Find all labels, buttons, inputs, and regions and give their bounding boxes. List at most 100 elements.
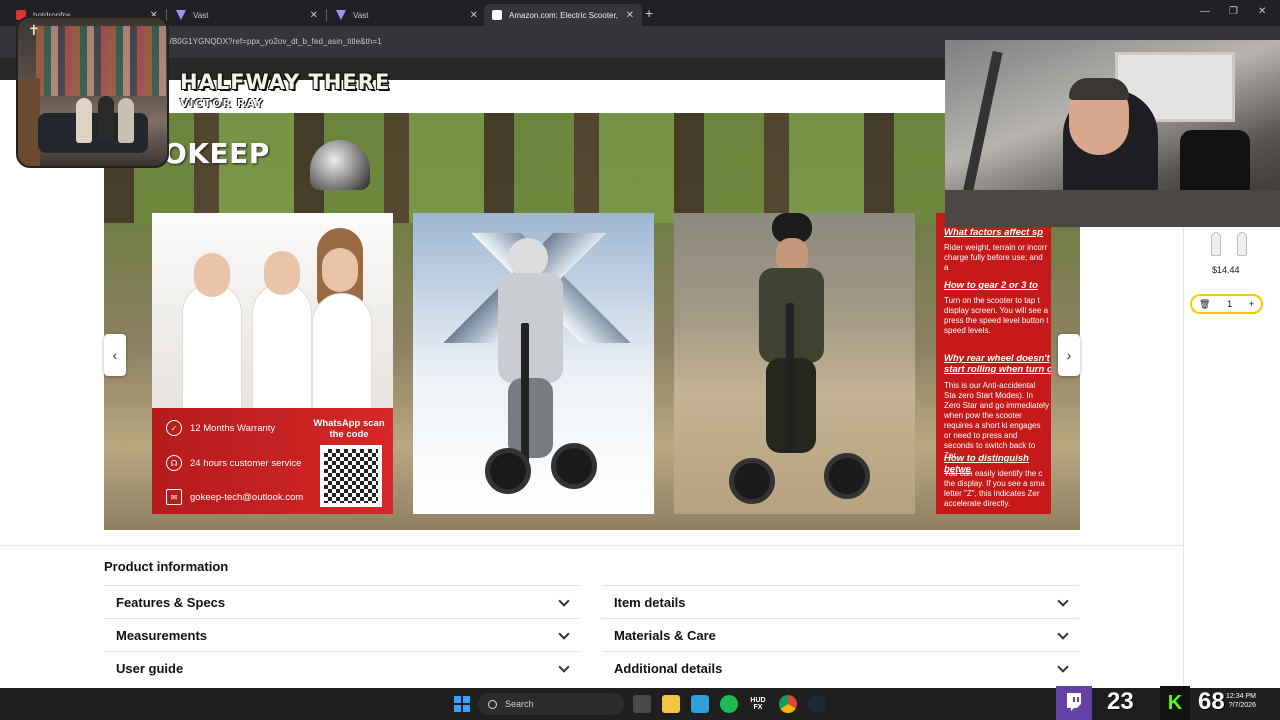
- faq-heading: What factors affect sp: [944, 227, 1044, 238]
- chevron-left-icon: ‹: [112, 347, 118, 363]
- taskbar-search[interactable]: Search: [478, 693, 624, 715]
- carousel-card-trail[interactable]: [674, 213, 915, 514]
- now-playing-artist: VICTOR RAY: [180, 97, 264, 110]
- address-bar[interactable]: p/B0G1YGNQDX?ref=ppx_yo2ov_dt_b_fed_asin…: [165, 37, 382, 46]
- scooter-wheel: [551, 443, 597, 489]
- steam-icon[interactable]: [808, 695, 826, 713]
- chevron-right-icon: ›: [1066, 347, 1072, 363]
- streamer-hair: [1069, 78, 1129, 100]
- twitch-viewer-count: 23: [1107, 688, 1134, 715]
- vast-favicon-icon: [176, 10, 186, 20]
- qr-code: [320, 445, 382, 507]
- tab-vast-2[interactable]: Vast ✕: [328, 4, 486, 26]
- accordion-measurements[interactable]: Measurements: [104, 618, 580, 652]
- maximize-icon[interactable]: ❐: [1229, 6, 1238, 17]
- faq-body: Rider weight, terrain or incorr charge f…: [944, 243, 1048, 272]
- tab-title: Amazon.com: Electric Scooter,: [509, 10, 618, 20]
- accordion-materials-care[interactable]: Materials & Care: [602, 618, 1079, 652]
- chrome-icon[interactable]: [779, 695, 797, 713]
- whatsapp-label: WhatsApp scan the code: [313, 418, 385, 440]
- service-row: ☊ 24 hours customer service: [166, 455, 301, 471]
- plus-icon[interactable]: +: [1249, 299, 1254, 309]
- chevron-down-icon: [558, 660, 570, 673]
- close-window-icon[interactable]: ✕: [1258, 6, 1266, 17]
- close-tab-icon[interactable]: ✕: [470, 10, 478, 21]
- hud-fx-icon[interactable]: HUD FX: [749, 695, 767, 713]
- now-playing-title: HALFWAY THERE: [180, 70, 391, 94]
- cross-icon: ✝: [28, 22, 40, 38]
- file-explorer-icon[interactable]: [662, 695, 680, 713]
- search-icon: [488, 699, 497, 709]
- agent-figure: [182, 283, 242, 413]
- scooter-wheel: [729, 458, 775, 504]
- bulb-shape: [1237, 232, 1247, 256]
- rider-pants: [508, 378, 553, 458]
- chevron-down-icon: [558, 594, 570, 607]
- carousel-card-snow[interactable]: [413, 213, 654, 514]
- bulb-shape: [1211, 232, 1221, 256]
- plus-icon[interactable]: +: [645, 5, 653, 21]
- webcam-overlay: [945, 40, 1280, 227]
- vast-favicon-icon: [336, 10, 346, 20]
- notepad-icon[interactable]: [691, 695, 709, 713]
- headset-icon: ☊: [166, 455, 182, 471]
- carousel-card-faq[interactable]: What factors affect sp Rider weight, ter…: [936, 213, 1051, 514]
- mail-icon: ✉: [166, 489, 182, 505]
- chevron-down-icon: [1057, 627, 1069, 640]
- cart-item-price: $14.44: [1212, 265, 1240, 275]
- accordion-label: Additional details: [614, 661, 723, 676]
- faq-heading: How to gear 2 or 3 to: [944, 280, 1038, 291]
- agent-figure: [312, 293, 372, 423]
- tab-title: Vast: [353, 10, 369, 20]
- chevron-down-icon: [1057, 594, 1069, 607]
- scooter-stem: [786, 303, 794, 453]
- wall-posters: [36, 26, 166, 96]
- support-agents-photo: [152, 213, 393, 423]
- kick-icon: K: [1160, 686, 1190, 720]
- trash-icon[interactable]: 🗑: [1199, 299, 1210, 310]
- room-person: [118, 98, 134, 143]
- carousel-prev-button[interactable]: ‹: [104, 334, 126, 376]
- accordion-features-specs[interactable]: Features & Specs: [104, 585, 580, 619]
- agent-figure: [252, 283, 312, 413]
- minimize-icon[interactable]: —: [1200, 6, 1210, 17]
- email-text: gokeep-tech@outlook.com: [190, 491, 304, 503]
- accordion-item-details[interactable]: Item details: [602, 585, 1079, 619]
- room-person: [98, 96, 114, 141]
- warranty-row: ✓ 12 Months Warranty: [166, 420, 275, 436]
- accordion-user-guide[interactable]: User guide: [104, 651, 580, 685]
- faq-body: Turn on the scooter to tap t display scr…: [944, 296, 1049, 335]
- accordion-label: Measurements: [116, 628, 208, 643]
- rider-jacket: [498, 273, 563, 383]
- tab-title: Vast: [193, 10, 209, 20]
- desk: [945, 190, 1280, 227]
- tab-amazon[interactable]: Amazon.com: Electric Scooter, ✕: [484, 4, 642, 26]
- start-icon[interactable]: [453, 695, 471, 713]
- room-camera-overlay: ✝: [16, 16, 169, 168]
- scooter-stem: [521, 323, 529, 463]
- quantity-stepper[interactable]: 🗑 1 +: [1190, 294, 1263, 314]
- product-information-title: Product information: [104, 559, 229, 574]
- chevron-down-icon: [1057, 660, 1069, 673]
- accordion-additional-details[interactable]: Additional details: [602, 651, 1079, 685]
- room-shelf: [18, 78, 40, 166]
- close-tab-icon[interactable]: ✕: [626, 10, 634, 21]
- faq-heading: Why rear wheel doesn't start rolling whe…: [944, 353, 1051, 375]
- cart-item-image[interactable]: [1205, 228, 1255, 262]
- accordion-label: Materials & Care: [614, 628, 716, 643]
- brand-logo: OKEEP: [163, 137, 270, 170]
- spotify-icon[interactable]: [720, 695, 738, 713]
- close-tab-icon[interactable]: ✕: [310, 10, 318, 21]
- tab-vast-1[interactable]: Vast ✕: [168, 4, 327, 26]
- amazon-favicon-icon: [492, 10, 502, 20]
- task-view-icon[interactable]: [633, 695, 651, 713]
- agent-face: [322, 248, 358, 292]
- agent-face: [264, 251, 300, 295]
- carousel-next-button[interactable]: ›: [1058, 334, 1080, 376]
- system-clock[interactable]: 12:34 PM ?/7/2026: [1226, 692, 1256, 710]
- faq-body: This is our Anti-accidental Sta zero Sta…: [944, 381, 1049, 460]
- carousel-card-support[interactable]: ✓ 12 Months Warranty ☊ 24 hours customer…: [152, 213, 393, 514]
- service-text: 24 hours customer service: [190, 457, 302, 469]
- twitch-icon: [1056, 686, 1092, 720]
- section-divider: [0, 545, 1183, 546]
